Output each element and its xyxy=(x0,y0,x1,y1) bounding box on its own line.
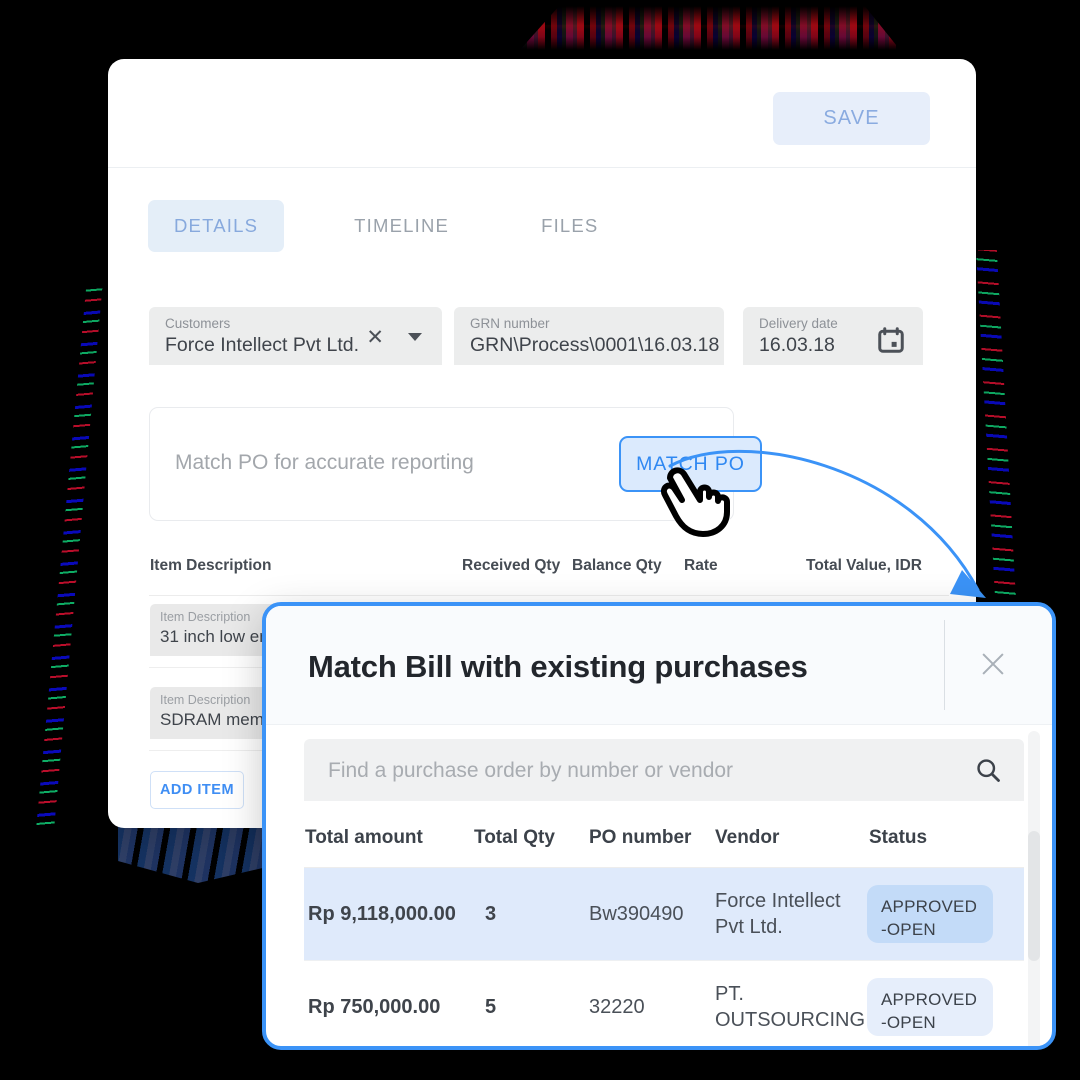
purchase-order-search-box[interactable] xyxy=(304,739,1024,803)
po-total-qty: 5 xyxy=(485,996,497,1018)
grn-number-field-label: GRN number xyxy=(470,316,550,331)
po-total-qty: 3 xyxy=(485,903,497,925)
status-badge: APPROVED -OPEN xyxy=(867,978,993,1036)
close-icon[interactable] xyxy=(976,647,1010,681)
delivery-date-field[interactable]: Delivery date 16.03.18 xyxy=(743,307,923,365)
screenshot-stage: SAVE DETAILS TIMELINE FILES Customers Fo… xyxy=(0,0,1080,1080)
calendar-icon[interactable] xyxy=(876,325,906,360)
po-column-header-po-number: PO number xyxy=(589,827,692,848)
chevron-down-icon[interactable] xyxy=(408,333,422,341)
item-column-header-balance-qty: Balance Qty xyxy=(572,557,662,574)
compression-artifact-top xyxy=(519,6,901,50)
modal-title: Match Bill with existing purchases xyxy=(308,649,808,684)
item-column-header-received-qty: Received Qty xyxy=(462,557,561,574)
close-icon[interactable]: ✕ xyxy=(366,327,384,348)
item-table-header: Item Description Received Qty Balance Qt… xyxy=(149,551,949,596)
po-vendor: PT. OUTSOURCING xyxy=(715,983,865,1031)
card-toolbar: SAVE xyxy=(108,59,976,168)
tab-timeline[interactable]: TIMELINE xyxy=(328,200,475,252)
add-item-button[interactable]: ADD ITEM xyxy=(150,771,244,809)
po-total-amount: Rp 750,000.00 xyxy=(308,996,441,1018)
customers-field-label: Customers xyxy=(165,316,231,331)
po-column-header-total-amount: Total amount xyxy=(305,827,423,848)
po-total-amount: Rp 9,118,000.00 xyxy=(308,903,456,925)
modal-header-divider xyxy=(944,620,945,710)
item-column-header-description: Item Description xyxy=(150,557,272,574)
form-fields-row: Customers Force Intellect Pvt Ltd. ✕ GRN… xyxy=(149,307,923,365)
customers-field-value: Force Intellect Pvt Ltd. xyxy=(165,334,360,356)
save-button[interactable]: SAVE xyxy=(773,92,930,145)
po-column-header-status: Status xyxy=(869,827,928,848)
tab-details[interactable]: DETAILS xyxy=(148,200,285,252)
table-row[interactable]: Rp 9,118,000.00 3 Bw390490 Force Intelle… xyxy=(304,868,1024,961)
po-number: Bw390490 xyxy=(589,903,684,925)
scrollbar-thumb[interactable] xyxy=(1028,831,1040,961)
scrollbar-track[interactable] xyxy=(1028,731,1040,1046)
po-number: 32220 xyxy=(589,996,645,1018)
status-badge: APPROVED -OPEN xyxy=(867,885,993,943)
tab-bar: DETAILS TIMELINE FILES xyxy=(148,200,624,252)
match-bill-modal: Match Bill with existing purchases Total… xyxy=(262,602,1056,1050)
match-po-strip-text: Match PO for accurate reporting xyxy=(175,451,474,474)
grn-number-field-value: GRN\Process\0001\16.03.18 xyxy=(470,334,720,356)
purchase-order-table-header: Total amount Total Qty PO number Vendor … xyxy=(304,815,1024,868)
table-row[interactable]: Rp 750,000.00 5 32220 PT. OUTSOURCING AP… xyxy=(304,961,1024,1046)
item-column-header-rate: Rate xyxy=(684,557,718,574)
search-icon[interactable] xyxy=(974,756,1002,784)
po-vendor: Force Intellect Pvt Ltd. xyxy=(715,890,841,938)
purchase-order-table: Total amount Total Qty PO number Vendor … xyxy=(304,815,1024,1046)
match-po-button[interactable]: MATCH PO xyxy=(619,436,762,492)
grn-number-field[interactable]: GRN number GRN\Process\0001\16.03.18 xyxy=(454,307,724,365)
match-po-strip: Match PO for accurate reporting MATCH PO xyxy=(149,407,762,521)
modal-header: Match Bill with existing purchases xyxy=(266,606,1052,725)
po-column-header-total-qty: Total Qty xyxy=(474,827,555,848)
tab-files[interactable]: FILES xyxy=(515,200,624,252)
item-column-header-total-value: Total Value, IDR xyxy=(806,557,922,574)
po-column-header-vendor: Vendor xyxy=(715,827,780,848)
customers-field[interactable]: Customers Force Intellect Pvt Ltd. ✕ xyxy=(149,307,442,365)
search-input[interactable] xyxy=(326,739,950,803)
